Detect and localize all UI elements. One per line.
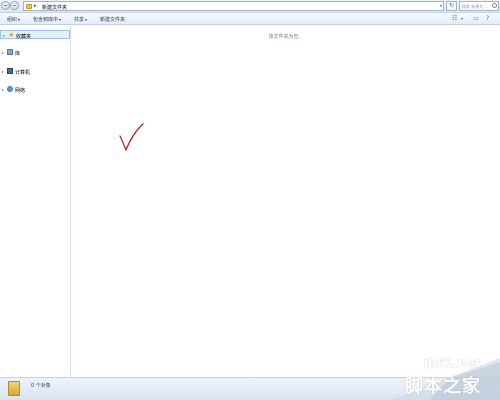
view-options-icon[interactable]: ☷ [452, 15, 457, 23]
chevron-down-icon: ▾ [18, 17, 21, 22]
file-list-area[interactable]: 该文件夹为空。 [72, 26, 500, 377]
address-dropdown-icon[interactable]: ▾ [440, 3, 442, 8]
sidebar-item-label: 计算机 [15, 70, 31, 76]
sidebar-item-favorites[interactable]: ▸ ★ 收藏夹 [0, 30, 70, 40]
expand-arrow-icon[interactable]: ▸ [2, 69, 4, 74]
search-icon [492, 3, 497, 8]
refresh-button[interactable]: ↻ [446, 1, 457, 11]
empty-folder-message: 该文件夹为空。 [268, 34, 304, 40]
computer-icon [7, 68, 13, 74]
include-in-library-label: 包含到库中 [33, 17, 59, 23]
watermark-url: jb51.net [424, 356, 481, 370]
sidebar-item-computer[interactable]: ▸ 计算机 [0, 67, 70, 76]
sidebar-item-network[interactable]: ▸ 网络 [0, 85, 70, 94]
new-folder-button[interactable]: 新建文件夹 [100, 16, 125, 23]
sidebar-item-label: 库 [15, 51, 21, 57]
share-button[interactable]: 共享▾ [74, 16, 87, 23]
include-in-library-button[interactable]: 包含到库中▾ [33, 16, 61, 23]
address-box[interactable]: ▸ 新建文件夹 ▾ [23, 1, 444, 11]
forward-button[interactable] [10, 1, 19, 10]
checkmark-icon [119, 123, 144, 151]
sidebar-item-libraries[interactable]: ▸ 库 [0, 48, 70, 57]
share-label: 共享 [74, 17, 85, 23]
chevron-down-icon: ▾ [59, 17, 62, 22]
new-folder-label: 新建文件夹 [100, 17, 126, 23]
watermark-name: 脚本之家 [405, 376, 481, 397]
network-icon [7, 86, 13, 92]
help-icon[interactable]: ? [486, 15, 489, 23]
back-button[interactable] [1, 1, 10, 10]
view-dropdown-icon[interactable]: ▾ [461, 15, 463, 23]
expand-arrow-icon[interactable]: ▸ [2, 50, 4, 55]
expand-arrow-icon[interactable]: ▸ [2, 87, 4, 92]
sidebar-item-label: 网络 [15, 88, 26, 94]
command-bar: 组织▾ 包含到库中▾ 共享▾ 新建文件夹 ☷ ▾ ▭ ? [0, 13, 500, 25]
navigation-pane: ▸ ★ 收藏夹 ▸ 库 ▸ 计算机 ▸ 网络 [0, 26, 71, 377]
star-icon: ★ [8, 31, 15, 39]
folder-icon [26, 4, 32, 9]
library-icon [7, 49, 13, 55]
breadcrumb-arrow-icon[interactable]: ▸ [34, 3, 37, 9]
object-count: 0 个对象 [31, 383, 51, 389]
search-placeholder: 搜索 新建文... [462, 4, 488, 9]
search-input[interactable]: 搜索 新建文... [459, 1, 499, 11]
folder-icon [8, 381, 20, 396]
expand-arrow-icon[interactable]: ▸ [3, 33, 5, 38]
breadcrumb-current-folder[interactable]: 新建文件夹 [42, 4, 67, 11]
sidebar-item-label: 收藏夹 [16, 34, 32, 40]
organize-label: 组织 [7, 17, 18, 23]
chevron-down-icon: ▾ [85, 17, 88, 22]
address-bar: ▸ 新建文件夹 ▾ ↻ 搜索 新建文... [0, 0, 500, 13]
preview-pane-icon[interactable]: ▭ [473, 15, 479, 23]
organize-button[interactable]: 组织▾ [7, 16, 20, 23]
